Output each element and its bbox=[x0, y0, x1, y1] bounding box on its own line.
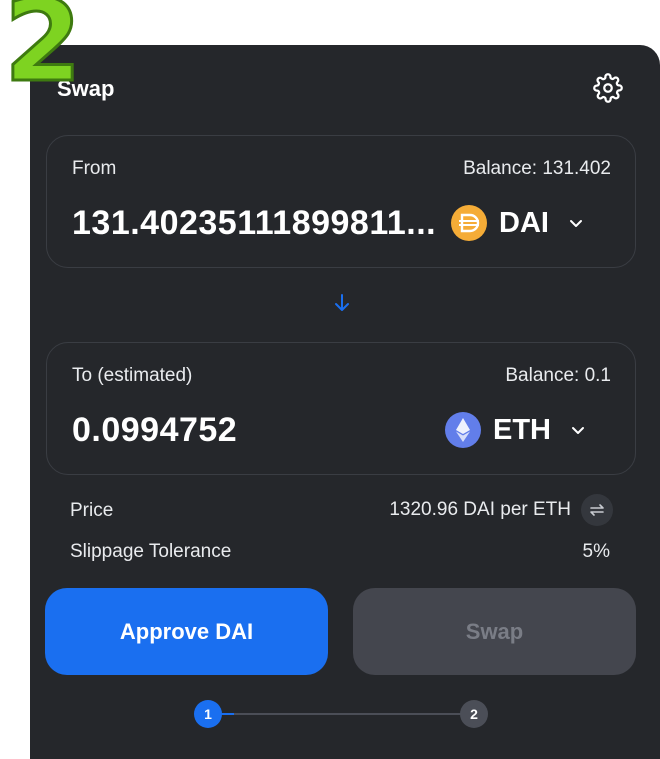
price-label: Price bbox=[70, 500, 114, 521]
to-amount-input[interactable]: 0.0994752 bbox=[72, 411, 237, 450]
slippage-value: 5% bbox=[582, 541, 610, 562]
chevron-down-icon bbox=[569, 220, 582, 227]
arrow-down-icon bbox=[335, 294, 349, 311]
from-token-select[interactable]: DAI bbox=[451, 201, 585, 245]
step-number-badge: 2 bbox=[3, 0, 84, 107]
step-progress: 1 2 bbox=[194, 700, 494, 730]
settings-button[interactable] bbox=[593, 73, 623, 103]
to-token-select[interactable]: ETH bbox=[445, 408, 587, 452]
invert-price-button[interactable] bbox=[581, 494, 613, 526]
price-value: 1320.96 DAI per ETH bbox=[389, 499, 571, 520]
gear-icon bbox=[593, 73, 623, 103]
step-connector-line bbox=[210, 713, 474, 715]
eth-token-icon bbox=[445, 412, 481, 448]
step-2-indicator: 2 bbox=[460, 700, 488, 728]
from-label: From bbox=[72, 158, 117, 179]
to-token-symbol: ETH bbox=[493, 413, 551, 446]
slippage-label: Slippage Tolerance bbox=[70, 541, 232, 562]
dai-token-icon bbox=[451, 205, 487, 241]
from-panel: From Balance: 131.402 131.40235111899811… bbox=[46, 135, 636, 268]
price-value-group: 1320.96 DAI per ETH bbox=[389, 494, 613, 526]
from-token-symbol: DAI bbox=[499, 206, 549, 239]
from-amount-input[interactable]: 131.40235111899811 bbox=[72, 204, 452, 243]
swap-arrows-icon bbox=[590, 504, 604, 516]
from-balance: Balance: 131.402 bbox=[463, 158, 611, 179]
step-1-indicator: 1 bbox=[194, 700, 222, 728]
swap-card: Swap From Balance: 131.402 131.402351118… bbox=[30, 45, 660, 759]
chevron-down-icon bbox=[572, 427, 584, 434]
swap-direction-button[interactable] bbox=[332, 292, 352, 314]
swap-button[interactable]: Swap bbox=[353, 588, 636, 675]
approve-dai-button[interactable]: Approve DAI bbox=[45, 588, 328, 675]
to-panel: To (estimated) Balance: 0.1 0.0994752 ET… bbox=[46, 342, 636, 475]
to-label: To (estimated) bbox=[72, 365, 193, 386]
to-balance: Balance: 0.1 bbox=[505, 365, 611, 386]
